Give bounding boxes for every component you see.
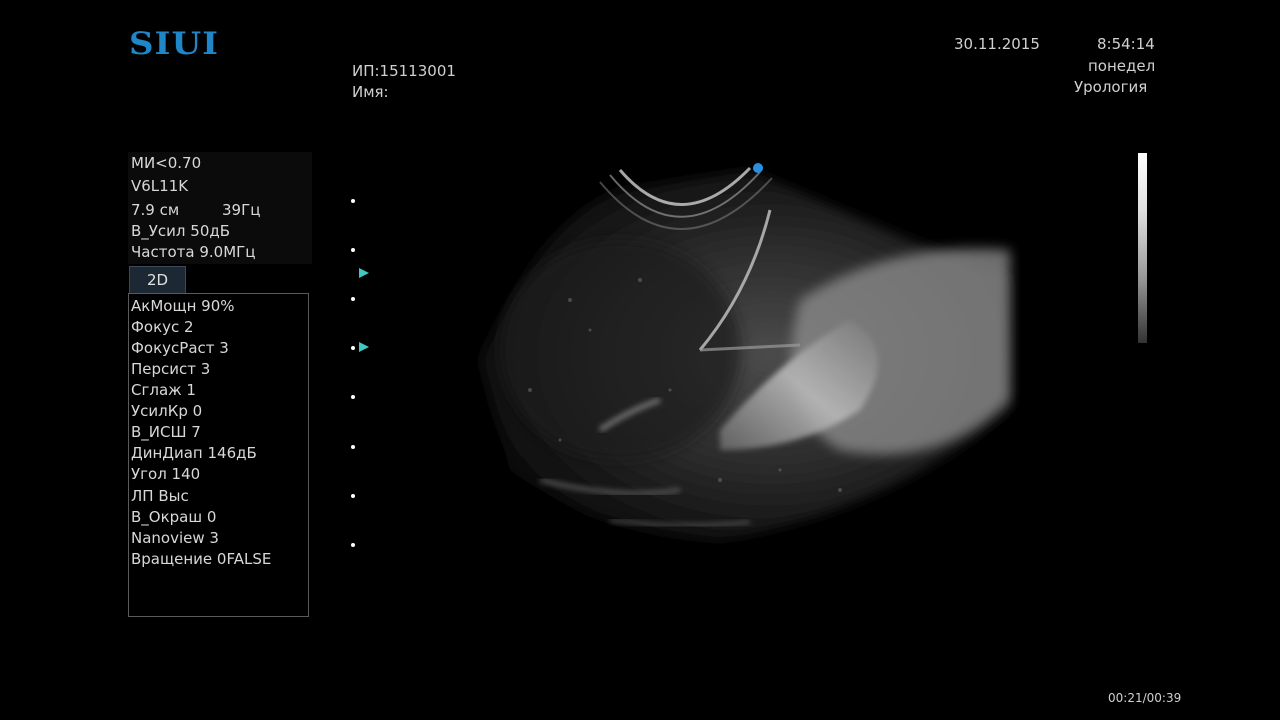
patient-name: Имя: <box>352 83 389 101</box>
param-focus[interactable]: Фокус 2 <box>131 320 194 335</box>
frequency-value: Частота 9.0МГц <box>131 243 256 261</box>
param-line-density[interactable]: ЛП Выс <box>131 489 189 504</box>
param-angle[interactable]: Угол 140 <box>131 467 200 482</box>
patient-info: ИП:15113001 Имя: <box>352 61 456 103</box>
grayscale-bar <box>1138 153 1147 343</box>
depth-marker-dot <box>351 199 355 203</box>
focus-marker-icon[interactable] <box>359 342 369 352</box>
param-acoustic-power[interactable]: АкМощн 90% <box>131 299 234 314</box>
depth-marker-dot <box>351 543 355 547</box>
mechanical-index: МИ<0.70 <box>131 154 202 172</box>
depth-marker-dot <box>351 395 355 399</box>
exam-weekday: понедел <box>1088 57 1156 75</box>
probe-info-panel: МИ<0.70 V6L11K 7.9 см 39Гц В_Усил 50дБ Ч… <box>128 152 312 264</box>
probe-model: V6L11K <box>131 177 189 195</box>
depth-marker-dot <box>351 494 355 498</box>
exam-date: 30.11.2015 <box>954 35 1040 53</box>
param-rotation[interactable]: Вращение 0FALSE <box>131 552 271 567</box>
exam-time: 8:54:14 <box>1097 35 1155 53</box>
focus-marker-icon[interactable] <box>359 268 369 278</box>
exam-preset: Урология <box>1074 78 1148 96</box>
param-persistence[interactable]: Персист 3 <box>131 362 210 377</box>
param-speckle-reduction[interactable]: В_ИСШ 7 <box>131 425 201 440</box>
patient-id: ИП:15113001 <box>352 62 456 80</box>
siui-logo: SIUI <box>129 25 220 63</box>
depth-marker-dot <box>351 248 355 252</box>
param-nanoview[interactable]: Nanoview 3 <box>131 531 219 546</box>
mode-params-panel: АкМощн 90% Фокус 2 ФокусРаст 3 Персист 3… <box>128 293 309 617</box>
param-focus-span[interactable]: ФокусРаст 3 <box>131 341 229 356</box>
depth-marker-dot <box>351 297 355 301</box>
gain-value: В_Усил 50дБ <box>131 222 231 240</box>
frame-rate: 39Гц <box>222 201 261 219</box>
tab-2d-mode[interactable]: 2D <box>129 266 186 293</box>
depth-value: 7.9 см <box>131 201 180 219</box>
orientation-marker-icon <box>753 163 763 173</box>
depth-marker-dot <box>351 445 355 449</box>
param-edge-gain[interactable]: УсилКр 0 <box>131 404 202 419</box>
param-smoothing[interactable]: Сглаж 1 <box>131 383 196 398</box>
depth-marker-dot <box>351 346 355 350</box>
param-dynamic-range[interactable]: ДинДиап 146дБ <box>131 446 257 461</box>
ultrasound-image[interactable] <box>420 150 1020 550</box>
cine-timer: 00:21/00:39 <box>1108 691 1182 705</box>
param-colorize[interactable]: В_Окраш 0 <box>131 510 216 525</box>
